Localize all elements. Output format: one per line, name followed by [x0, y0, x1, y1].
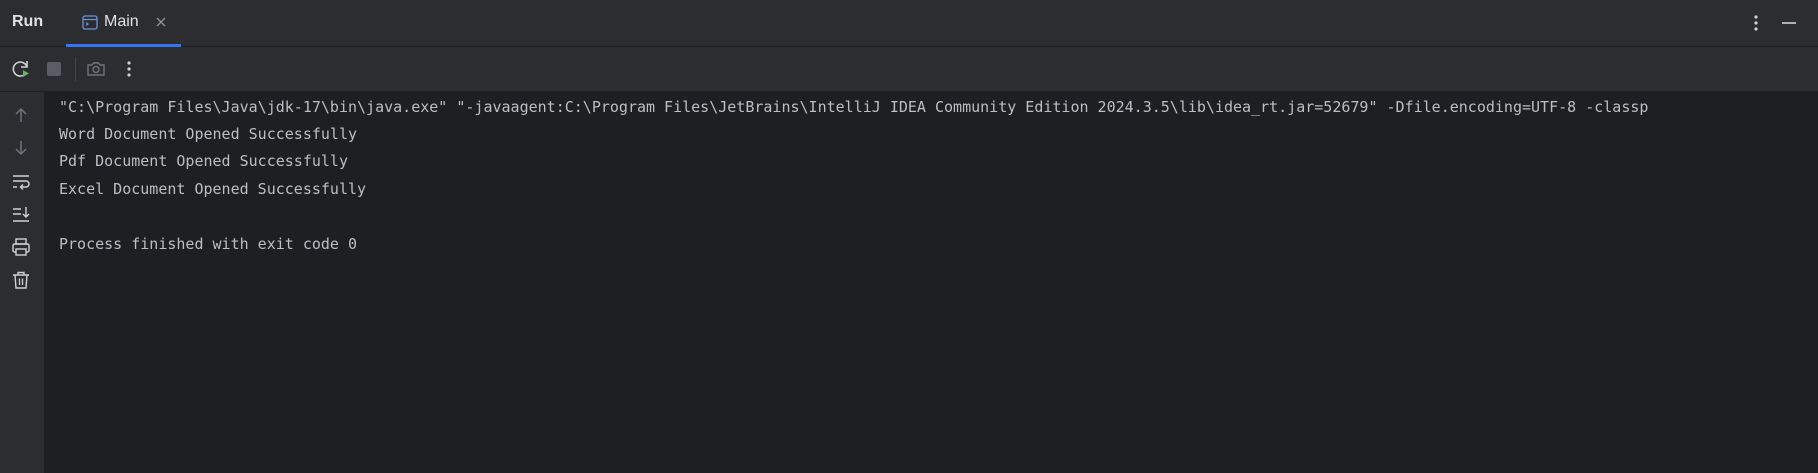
- tool-window-title: Run: [12, 13, 44, 30]
- arrow-up-icon[interactable]: [10, 104, 32, 126]
- arrow-down-icon[interactable]: [10, 137, 32, 159]
- run-toolbar: [0, 47, 1818, 92]
- console-sidebar: [0, 92, 45, 473]
- toolbar-separator: [75, 57, 76, 81]
- print-icon[interactable]: [10, 236, 32, 258]
- stop-icon[interactable]: [43, 58, 65, 80]
- rerun-icon[interactable]: [10, 58, 32, 80]
- minimize-icon[interactable]: [1778, 12, 1800, 34]
- console-line: Pdf Document Opened Successfully: [59, 152, 348, 170]
- trash-icon[interactable]: [10, 269, 32, 291]
- scroll-to-end-icon[interactable]: [10, 203, 32, 225]
- kebab-menu-icon[interactable]: [1745, 12, 1767, 34]
- console-line: Word Document Opened Successfully: [59, 125, 358, 143]
- console-output[interactable]: "C:\Program Files\Java\jdk-17\bin\java.e…: [45, 92, 1818, 473]
- camera-icon[interactable]: [85, 58, 107, 80]
- process-exit-message: Process finished with exit code 0: [59, 235, 358, 253]
- console-window-icon: [82, 15, 98, 30]
- soft-wrap-icon[interactable]: [10, 170, 32, 192]
- close-icon[interactable]: [154, 15, 168, 29]
- tab-main[interactable]: Main: [66, 0, 181, 47]
- tab-label: Main: [104, 13, 139, 30]
- console-line: Excel Document Opened Successfully: [59, 180, 367, 198]
- run-tool-window: Run Main "C:\Program Files\Java\jdk-17\b…: [0, 0, 1818, 473]
- kebab-menu-icon[interactable]: [118, 58, 140, 80]
- run-header: Run Main: [0, 0, 1818, 47]
- console-command-line: "C:\Program Files\Java\jdk-17\bin\java.e…: [59, 98, 1649, 116]
